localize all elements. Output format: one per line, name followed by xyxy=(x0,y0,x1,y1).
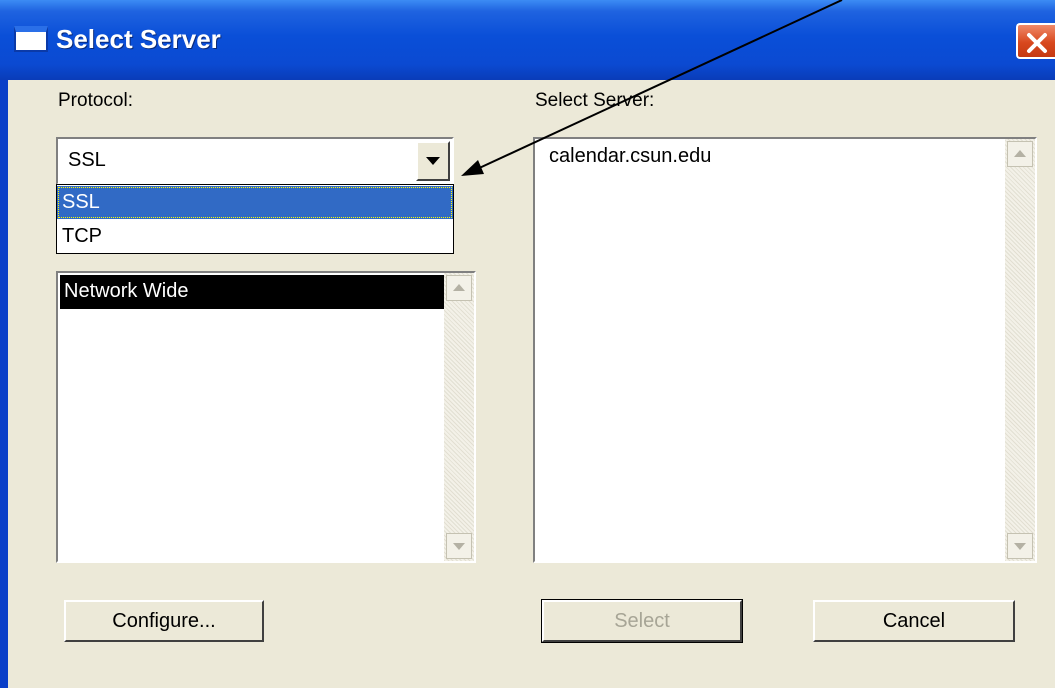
server-list-scrollbar[interactable] xyxy=(1005,139,1035,561)
protocol-option-tcp[interactable]: TCP xyxy=(57,220,453,253)
protocol-label: Protocol: xyxy=(58,90,133,111)
scroll-down-button[interactable] xyxy=(446,533,472,559)
scroll-up-button[interactable] xyxy=(446,275,472,301)
dropdown-arrow-icon xyxy=(426,157,440,165)
scroll-down-icon xyxy=(1014,543,1026,550)
scroll-down-icon xyxy=(453,543,465,550)
select-button[interactable]: Select xyxy=(541,599,743,643)
scroll-up-button[interactable] xyxy=(1007,141,1033,167)
protocol-option-ssl[interactable]: SSL xyxy=(57,186,453,219)
scroll-down-button[interactable] xyxy=(1007,533,1033,559)
protocol-dropdown-button[interactable] xyxy=(416,141,450,181)
scroll-up-icon xyxy=(1014,150,1026,157)
scroll-up-icon xyxy=(453,284,465,291)
window-title: Select Server xyxy=(56,24,221,54)
scope-list-scrollbar[interactable] xyxy=(444,273,474,561)
scope-list[interactable]: Network Wide xyxy=(56,271,476,563)
select-server-label: Select Server: xyxy=(535,90,655,111)
title-bar[interactable]: Select Server xyxy=(0,0,1055,80)
cancel-button[interactable]: Cancel xyxy=(813,600,1015,642)
protocol-combo[interactable]: SSL xyxy=(56,137,454,185)
window-icon xyxy=(14,26,48,52)
server-item[interactable]: calendar.csun.edu xyxy=(549,145,711,168)
close-button[interactable] xyxy=(1016,23,1055,59)
protocol-dropdown-list: SSL TCP xyxy=(56,184,454,254)
scope-item-network-wide[interactable]: Network Wide xyxy=(60,275,444,309)
close-icon xyxy=(1027,33,1047,53)
server-list[interactable]: calendar.csun.edu xyxy=(533,137,1037,563)
protocol-selected-value: SSL xyxy=(68,149,106,171)
configure-button[interactable]: Configure... xyxy=(64,600,264,642)
